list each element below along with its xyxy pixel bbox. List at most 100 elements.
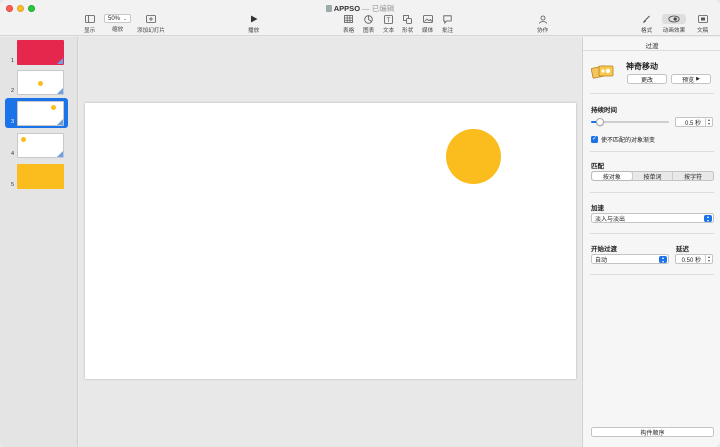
section-divider [590,192,714,193]
slide-thumbnail-2[interactable]: 2 [0,67,78,97]
duration-slider[interactable] [591,118,669,126]
acceleration-value: 淡入与淡出 [595,216,626,223]
slide-preview [17,40,64,65]
match-by-character[interactable]: 按字符 [672,172,713,181]
stepper-arrows-icon[interactable]: ▲ ▼ [705,255,712,263]
slide-number: 5 [11,182,15,188]
document-button[interactable]: 文稿 [697,14,708,34]
shape-button[interactable]: 形状 [402,14,413,34]
start-transition-popup[interactable]: 自动 ▴ ▾ [591,254,669,264]
document-title: APPSO — 已编辑 [0,3,720,14]
magic-move-icon [590,63,615,81]
play-icon: ▶ [696,76,700,82]
match-label: 匹配 [591,163,604,170]
fade-unmatched-checkbox[interactable]: ✓ [591,136,598,143]
add-slide-button[interactable]: 添加幻灯片 [137,14,165,34]
media-label: 媒体 [422,28,434,34]
build-order-label: 构件顺序 [640,430,665,437]
collaborate-button[interactable]: 协作 [537,14,548,34]
circle-shape [51,105,56,110]
slide-preview [17,101,64,126]
table-button[interactable]: 表格 [343,14,354,34]
slide-thumbnail-5[interactable]: 5 [0,161,78,191]
change-button-label: 更改 [640,77,653,84]
add-slide-label: 添加幻灯片 [137,28,165,34]
comment-button[interactable]: 批注 [442,14,453,34]
transition-marker-icon [57,88,63,94]
text-label: 文本 [383,28,395,34]
text-box-icon: T [384,14,393,24]
slide-canvas-area [79,37,581,447]
section-divider [590,274,714,275]
slide-thumbnail-4[interactable]: 4 [0,130,78,160]
acceleration-popup[interactable]: 淡入与淡出 ▴ ▾ [591,213,714,223]
fade-unmatched-label: 使不匹配的对象渐变 [601,138,656,144]
section-divider [590,233,714,234]
collaborate-label: 协作 [537,28,549,34]
acceleration-label: 加速 [591,205,604,212]
table-label: 表格 [343,28,355,34]
comment-label: 批注 [442,28,454,34]
chart-icon [364,14,373,24]
updown-chevron-icon: ▴ ▾ [659,256,667,263]
svg-text:T: T [387,18,391,24]
format-label: 格式 [641,28,653,34]
circle-shape [38,81,43,86]
start-transition-label: 开始过渡 [591,246,617,253]
stepper-arrows-icon[interactable]: ▲ ▼ [705,118,712,126]
transition-name: 神奇移动 [626,62,658,71]
view-button[interactable]: 显示 [84,14,95,34]
shape-label: 形状 [402,28,414,34]
delay-value: 0.50 秒 [681,257,701,264]
zoom-select[interactable]: 50% ⌄ [104,14,132,23]
inspector-tab-transition[interactable]: 过渡 [583,40,720,50]
collaborate-icon [538,14,548,24]
start-transition-value: 自动 [595,257,608,264]
format-button[interactable]: 格式 [641,14,652,34]
updown-chevron-icon: ▴ ▾ [704,215,712,222]
duration-value: 0.5 秒 [684,120,701,127]
chart-button[interactable]: 图表 [363,14,374,34]
match-by-word[interactable]: 按单词 [631,172,673,181]
yellow-circle-shape[interactable] [446,129,501,184]
fade-unmatched-row[interactable]: ✓ 使不匹配的对象渐变 [591,135,655,144]
preview-button[interactable]: 预览 ▶ [671,74,711,84]
slide-number: 2 [11,88,15,94]
duration-slider-knob[interactable] [596,118,605,126]
transition-marker-icon [57,119,63,125]
paintbrush-icon [642,14,651,24]
duration-label: 持续时间 [591,107,617,114]
duration-stepper[interactable]: 0.5 秒 ▲ ▼ [675,117,713,127]
play-button[interactable]: 播放 [248,14,259,34]
tab-divider [583,50,720,51]
keynote-window: APPSO — 已编辑 显示 50% ⌄ 缩放 添加幻灯片 播放 表格 图表 T… [0,0,720,447]
table-icon [344,14,353,24]
slide-number: 1 [11,58,15,64]
current-slide[interactable] [85,103,576,379]
transition-marker-icon [57,58,63,64]
document-name: APPSO [333,4,361,13]
document-panel-icon [697,14,708,24]
change-transition-button[interactable]: 更改 [627,74,667,84]
slide-number: 4 [11,151,15,157]
media-icon [422,14,433,24]
media-button[interactable]: 媒体 [422,14,433,34]
zoom-menu[interactable]: 50% ⌄ 缩放 [104,14,132,33]
text-button[interactable]: T 文本 [383,14,394,34]
slide-thumbnail-3[interactable]: 3 [5,98,68,128]
transition-marker-icon [57,151,63,157]
match-by-object[interactable]: 按对象 [592,172,632,181]
chart-label: 图表 [363,28,375,34]
build-order-button[interactable]: 构件顺序 [591,427,714,437]
delay-stepper[interactable]: 0.50 秒 ▲ ▼ [675,254,713,264]
animate-button[interactable]: 动画效果 [662,14,686,34]
slide-preview [17,70,64,95]
section-divider [590,151,714,152]
document-status: 已编辑 [371,4,395,13]
slide-thumbnail-1[interactable]: 1 [0,37,78,67]
view-label: 显示 [84,28,96,34]
toolbar: APPSO — 已编辑 显示 50% ⌄ 缩放 添加幻灯片 播放 表格 图表 T… [0,0,720,36]
zoom-label: 缩放 [112,27,124,33]
slide-navigator: 1 2 3 4 5 [0,37,78,447]
comment-icon [443,14,452,24]
